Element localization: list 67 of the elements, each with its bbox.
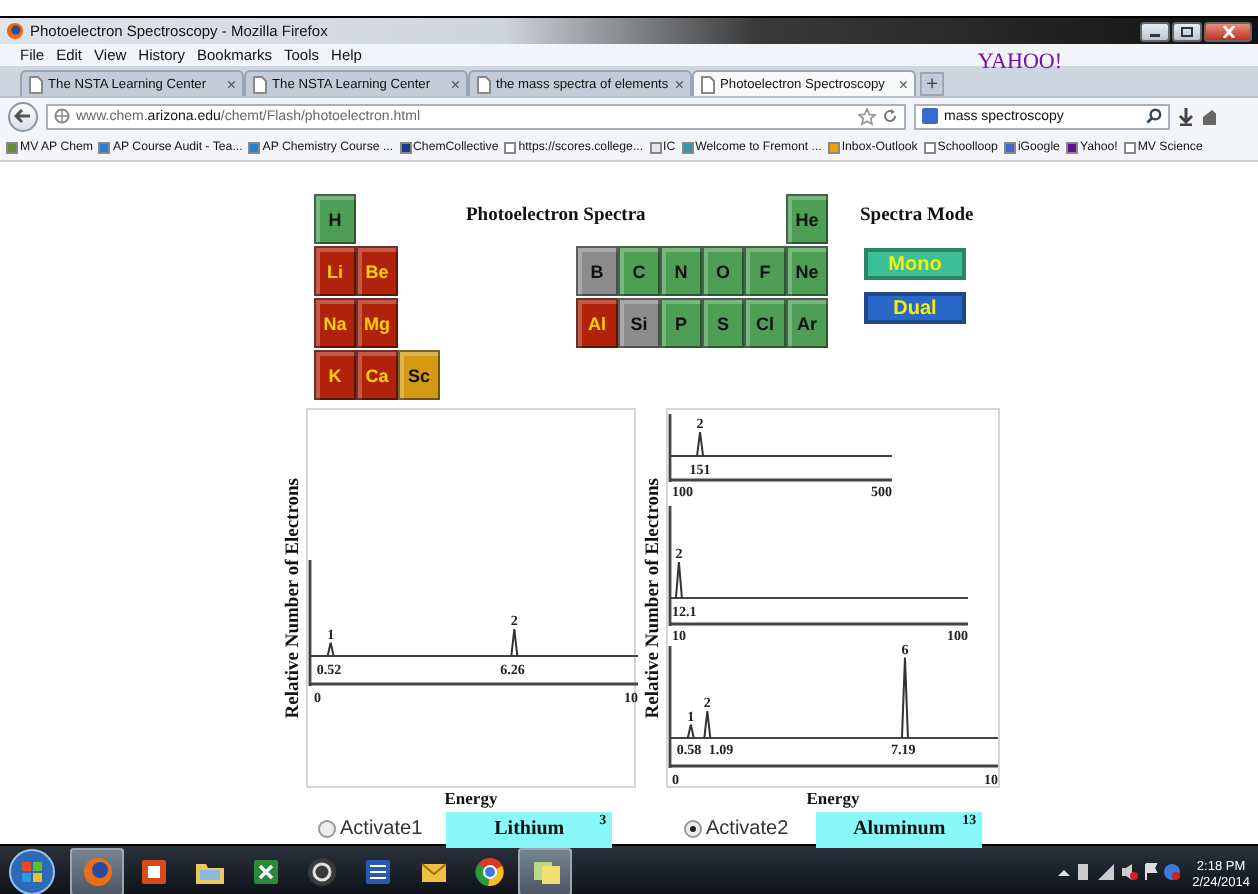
- spectrum-peak: [674, 561, 683, 599]
- disc-icon: [303, 854, 339, 890]
- element-tile[interactable]: Cl: [744, 298, 786, 348]
- radio-button[interactable]: [318, 820, 336, 838]
- new-tab-button[interactable]: +: [920, 72, 944, 96]
- axis-title: Energy: [806, 788, 860, 810]
- axis-title: Relative Number of Electrons: [643, 477, 663, 719]
- element-tile[interactable]: S: [702, 298, 744, 348]
- globe-icon: [79, 854, 115, 890]
- radio-label[interactable]: Activate2: [706, 818, 789, 840]
- element-tile[interactable]: Al: [576, 298, 618, 348]
- star-icon[interactable]: [858, 107, 876, 125]
- maximize-icon: [1180, 25, 1194, 37]
- colored-circle-icon: [471, 854, 507, 890]
- element-tile[interactable]: B: [576, 246, 618, 296]
- download-icon[interactable]: [1178, 107, 1194, 125]
- globe-icon: [54, 108, 70, 124]
- element-tile[interactable]: Sc: [398, 350, 440, 400]
- element-tile[interactable]: Li: [314, 246, 356, 296]
- start-button[interactable]: [8, 848, 56, 894]
- browser-logo-icon: [6, 22, 24, 40]
- app-title: Photoelectron Spectra: [466, 204, 646, 230]
- radio-button[interactable]: [684, 820, 702, 838]
- element-name: Aluminum: [853, 818, 946, 840]
- spectrum-peak: [900, 656, 909, 739]
- search-logo: YAHOO!: [977, 49, 1062, 73]
- search-engine-icon: [922, 108, 938, 124]
- close-tab-button[interactable]: ×: [898, 75, 908, 93]
- element-tile[interactable]: Mg: [356, 298, 398, 348]
- close-button[interactable]: [1204, 21, 1252, 41]
- spectrum-peak: [696, 431, 705, 457]
- section-title: Spectra Mode: [860, 204, 974, 226]
- element-tile[interactable]: P: [660, 298, 702, 348]
- element-tile[interactable]: O: [702, 246, 744, 296]
- element-tile[interactable]: H: [314, 194, 356, 244]
- back-arrow-icon: [14, 108, 32, 124]
- mode-button[interactable]: Dual: [864, 292, 966, 324]
- element-tile[interactable]: Na: [314, 298, 356, 348]
- axis-title: Relative Number of Electrons: [283, 477, 303, 719]
- search-icon[interactable]: [1146, 108, 1162, 124]
- close-tab-button[interactable]: ×: [674, 75, 684, 93]
- spectrum-peak: [326, 641, 335, 657]
- element-tile[interactable]: N: [660, 246, 702, 296]
- reload-icon[interactable]: [882, 108, 898, 124]
- element-tile[interactable]: He: [786, 194, 828, 244]
- home-icon[interactable]: [1202, 107, 1216, 125]
- element-tile[interactable]: Be: [356, 246, 398, 296]
- close-tab-button[interactable]: ×: [450, 75, 460, 93]
- element-tile[interactable]: Ca: [356, 350, 398, 400]
- element-name: Lithium: [494, 818, 565, 840]
- minimize-button[interactable]: [1140, 21, 1170, 41]
- element-tile[interactable]: Ar: [786, 298, 828, 348]
- element-tile[interactable]: K: [314, 350, 356, 400]
- element-tile[interactable]: Si: [618, 298, 660, 348]
- radio-label[interactable]: Activate1: [340, 818, 423, 840]
- spectrum-peak: [703, 710, 712, 739]
- element-tile[interactable]: Ne: [786, 246, 828, 296]
- close-tab-button[interactable]: ×: [226, 75, 236, 93]
- spectrum-peak: [510, 628, 519, 657]
- system-tray-drawing: [1058, 862, 1183, 882]
- back-button[interactable]: [8, 101, 38, 131]
- maximize-button[interactable]: [1172, 21, 1202, 41]
- spectrum-peak: [686, 723, 695, 739]
- close-icon: [1221, 25, 1235, 37]
- axis-title: Energy: [444, 788, 498, 810]
- element-tile[interactable]: F: [744, 246, 786, 296]
- element-tile[interactable]: C: [618, 246, 660, 296]
